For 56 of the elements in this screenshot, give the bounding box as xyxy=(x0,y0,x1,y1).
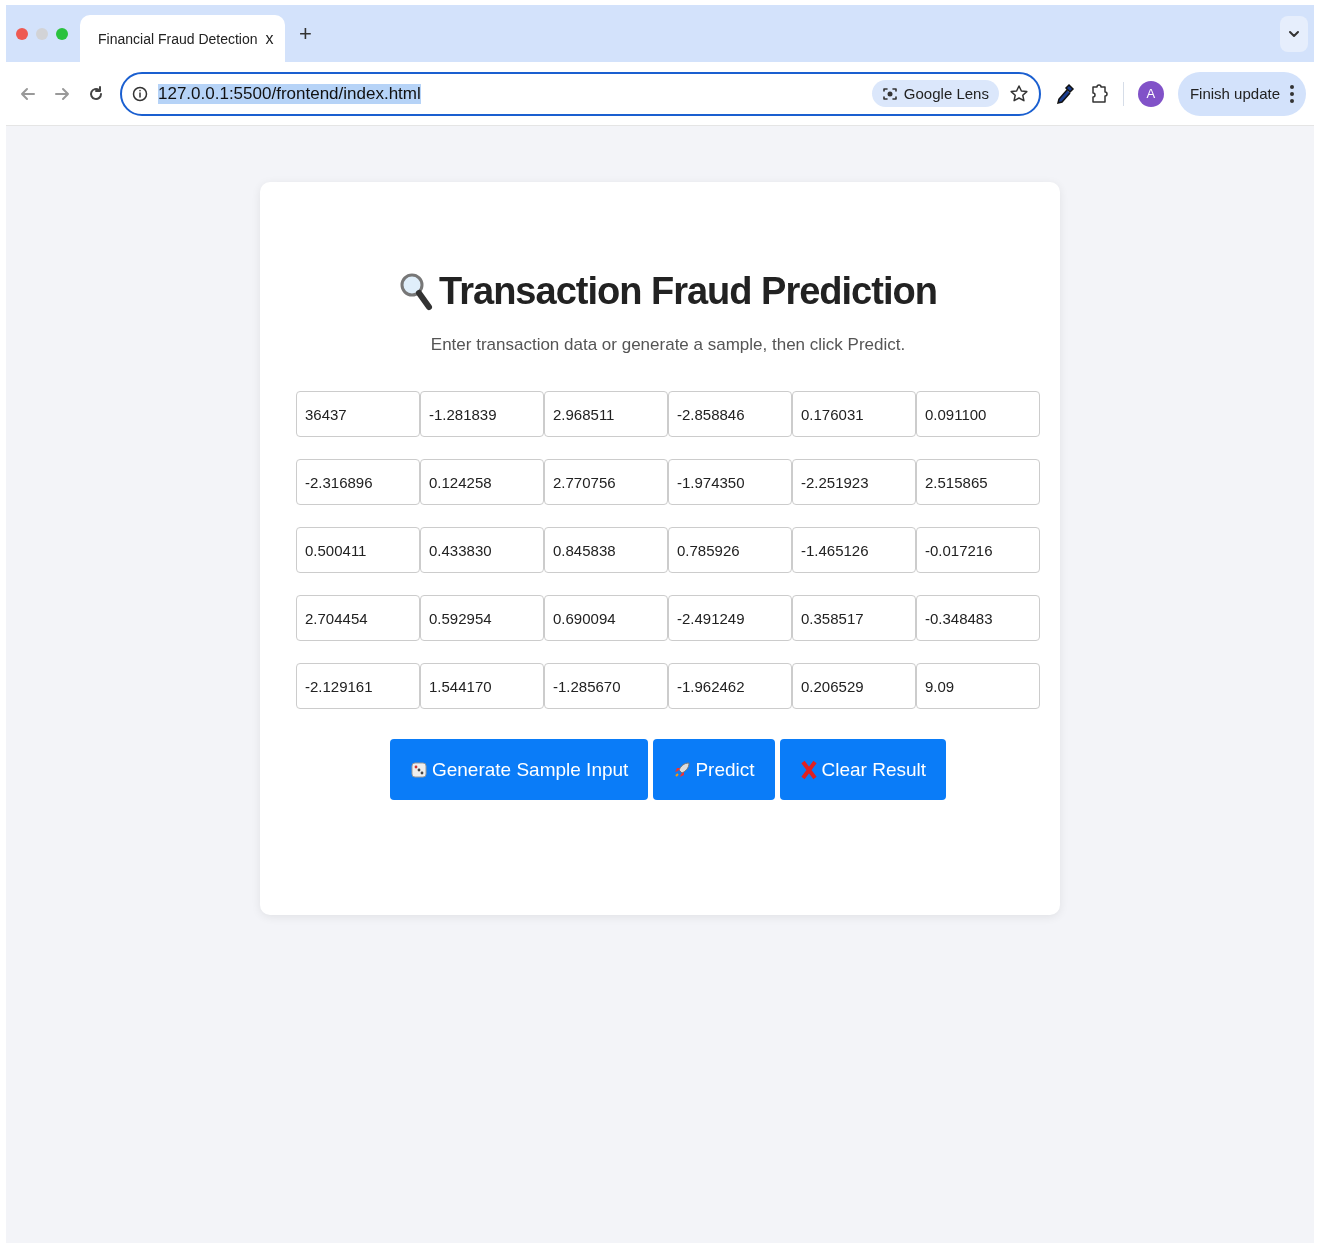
more-icon xyxy=(1290,84,1294,103)
input-field[interactable]: -1.962462 xyxy=(668,663,792,709)
input-field[interactable]: -0.348483 xyxy=(916,595,1040,641)
input-field[interactable]: -1.285670 xyxy=(544,663,668,709)
input-field[interactable]: 36437 xyxy=(296,391,420,437)
input-field[interactable]: 2.704454 xyxy=(296,595,420,641)
input-field[interactable]: 0.358517 xyxy=(792,595,916,641)
input-field[interactable]: 0.124258 xyxy=(420,459,544,505)
input-field[interactable]: 0.206529 xyxy=(792,663,916,709)
browser-tab[interactable]: Financial Fraud Detection x xyxy=(80,15,285,62)
lens-icon xyxy=(881,85,898,102)
input-field[interactable]: -1.974350 xyxy=(668,459,792,505)
input-field[interactable]: 0.433830 xyxy=(420,527,544,573)
input-field[interactable]: 2.770756 xyxy=(544,459,668,505)
star-icon[interactable] xyxy=(1008,83,1029,104)
input-field[interactable]: -2.316896 xyxy=(296,459,420,505)
close-window-button[interactable] xyxy=(16,27,28,40)
input-field[interactable]: 9.09 xyxy=(916,663,1040,709)
address-bar[interactable]: 127.0.0.1:5500/frontend/index.html Google Lens xyxy=(120,71,1041,116)
input-field[interactable]: -1.465126 xyxy=(792,527,916,573)
finish-update-button[interactable]: Finish update xyxy=(1177,71,1306,116)
input-field[interactable]: -2.858846 xyxy=(668,391,792,437)
action-button[interactable]: Generate Sample Input xyxy=(389,739,649,800)
page-subtitle: Enter transaction data or generate a sample, then click Predict. xyxy=(430,335,906,355)
input-field[interactable]: 0.690094 xyxy=(544,595,668,641)
profile-avatar[interactable]: A xyxy=(1137,80,1164,107)
action-button[interactable]: Predict xyxy=(653,739,775,800)
input-field[interactable]: 2.968511 xyxy=(544,391,668,437)
input-field[interactable]: -0.017216 xyxy=(916,527,1040,573)
eyedropper-icon[interactable] xyxy=(1054,82,1075,105)
input-field[interactable]: 0.176031 xyxy=(792,391,916,437)
page-title: Transaction Fraud Prediction xyxy=(439,270,937,313)
input-field[interactable]: 0.091100 xyxy=(916,391,1040,437)
google-lens-button[interactable]: Google Lens xyxy=(871,80,999,107)
input-field[interactable]: -2.491249 xyxy=(668,595,792,641)
info-icon xyxy=(132,85,148,102)
input-field[interactable]: 1.544170 xyxy=(420,663,544,709)
input-field[interactable]: 0.592954 xyxy=(420,595,544,641)
url-text: 127.0.0.1:5500/frontend/index.html xyxy=(158,83,421,104)
new-tab-button[interactable]: + xyxy=(293,20,318,47)
tab-title: Financial Fraud Detection xyxy=(98,30,258,47)
dice-icon xyxy=(409,760,428,779)
input-field[interactable]: 0.785926 xyxy=(668,527,792,573)
tab-search-button[interactable] xyxy=(1280,15,1308,52)
input-field[interactable]: 2.515865 xyxy=(916,459,1040,505)
input-field[interactable]: -2.251923 xyxy=(792,459,916,505)
chevron-down-icon xyxy=(1288,29,1300,38)
rocket-icon xyxy=(673,760,692,779)
cross-icon xyxy=(799,759,818,780)
magnifier-icon xyxy=(399,271,434,312)
action-button[interactable]: Clear Result xyxy=(779,739,947,800)
input-field[interactable]: 0.845838 xyxy=(544,527,668,573)
input-field[interactable]: 0.500411 xyxy=(296,527,420,573)
input-field[interactable]: -2.129161 xyxy=(296,663,420,709)
input-field[interactable]: -1.281839 xyxy=(420,391,544,437)
tab-close-button[interactable]: x xyxy=(265,29,274,48)
